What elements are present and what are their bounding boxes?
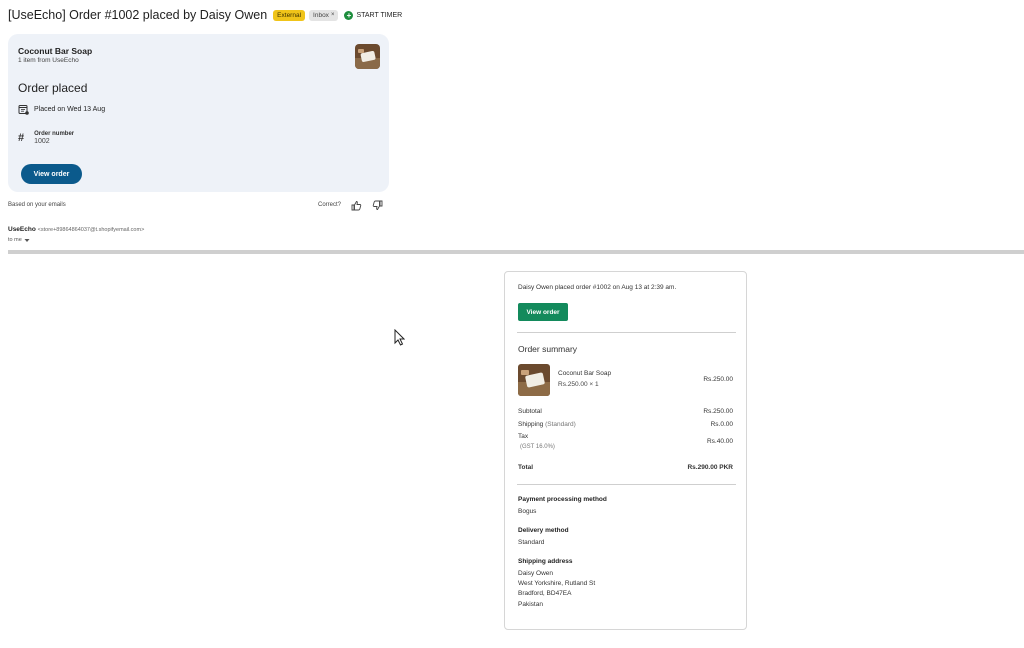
card-product-name: Coconut Bar Soap [18,46,93,56]
shipping-value: Rs.0.00 [710,421,733,428]
calendar-icon [18,105,29,115]
sender-line: UseEcho <store+89864864037@t.shopifyemai… [8,226,144,233]
subtotal-value: Rs.250.00 [703,408,733,415]
subtotal-label: Subtotal [518,408,542,415]
mouse-cursor-icon [394,329,405,346]
close-icon[interactable]: × [331,12,335,18]
recipient-text: to me [8,237,22,243]
item-name: Coconut Bar Soap [558,370,612,377]
item-line-total: Rs.250.00 [703,376,733,383]
address-heading: Shipping address [518,558,573,565]
view-order-button[interactable]: View order [21,164,82,184]
shipping-row: Shipping (Standard) Rs.0.00 [518,421,733,428]
address-line: Bradford, BD47EA [518,590,572,598]
email-subject: [UseEcho] Order #1002 placed by Daisy Ow… [8,8,268,22]
total-row: Total Rs.290.00 PKR [518,464,733,471]
order-number-label: Order number [34,131,75,137]
total-label: Total [518,464,534,471]
sender-email: <store+89864864037@t.shopifyemail.com> [37,227,145,233]
subtotal-row: Subtotal Rs.250.00 [518,408,733,415]
item-thumbnail [518,364,550,396]
start-timer-button[interactable]: + START TIMER [344,10,403,20]
tax-detail: (GST 16.0%) [520,444,555,450]
sender-name: UseEcho [8,226,36,233]
placed-date-row: Placed on Wed 13 Aug [18,104,105,115]
address-block: Daisy Owen West Yorkshire, Rutland St Br… [518,569,595,610]
email-intro: Daisy Owen placed order #1002 on Aug 13 … [518,284,677,291]
plus-circle-icon: + [344,10,354,20]
shipping-label: Shipping [518,421,544,428]
payment-heading: Payment processing method [518,496,607,503]
inbox-label-text: Inbox [313,11,329,19]
hash-icon: # [18,132,25,144]
thumbs-down-icon[interactable] [372,200,383,211]
correct-question: Correct? [318,202,342,208]
payment-value: Bogus [518,508,537,515]
tax-value: Rs.40.00 [706,438,733,445]
item-qty-price: Rs.250.00 × 1 [558,381,599,388]
delivery-value: Standard [518,539,545,546]
address-line: Pakistan [518,600,543,608]
order-summary-card: Coconut Bar Soap 1 item from UseEcho Ord… [8,34,389,192]
order-status: Order placed [18,81,88,95]
based-on-emails-text: Based on your emails [8,202,66,208]
inbox-label-chip[interactable]: Inbox × [309,9,339,21]
email-divider [517,332,736,333]
caret-down-icon [24,238,30,242]
message-divider [8,250,1024,254]
order-summary-heading: Order summary [518,344,578,354]
start-timer-label: START TIMER [356,11,403,19]
recipient-dropdown[interactable]: to me [8,237,30,243]
address-line: Daisy Owen [518,570,554,577]
subject-row: [UseEcho] Order #1002 placed by Daisy Ow… [8,6,402,24]
external-badge: External [273,9,306,21]
address-line: West Yorkshire, Rutland St [518,580,596,588]
placed-date-text: Placed on Wed 13 Aug [34,106,106,113]
email-body-card: Daisy Owen placed order #1002 on Aug 13 … [504,271,747,630]
total-value: Rs.290.00 PKR [687,464,733,471]
product-thumbnail [355,44,380,69]
thumbs-up-icon[interactable] [351,200,362,211]
card-items-from: 1 item from UseEcho [18,57,79,64]
email-divider [517,484,736,485]
shipping-method: (Standard) [545,421,576,428]
order-number-row: # Order number 1002 [18,131,74,145]
delivery-heading: Delivery method [518,527,569,534]
order-number-value: 1002 [34,138,50,145]
email-view-order-button[interactable]: View order [518,303,568,321]
